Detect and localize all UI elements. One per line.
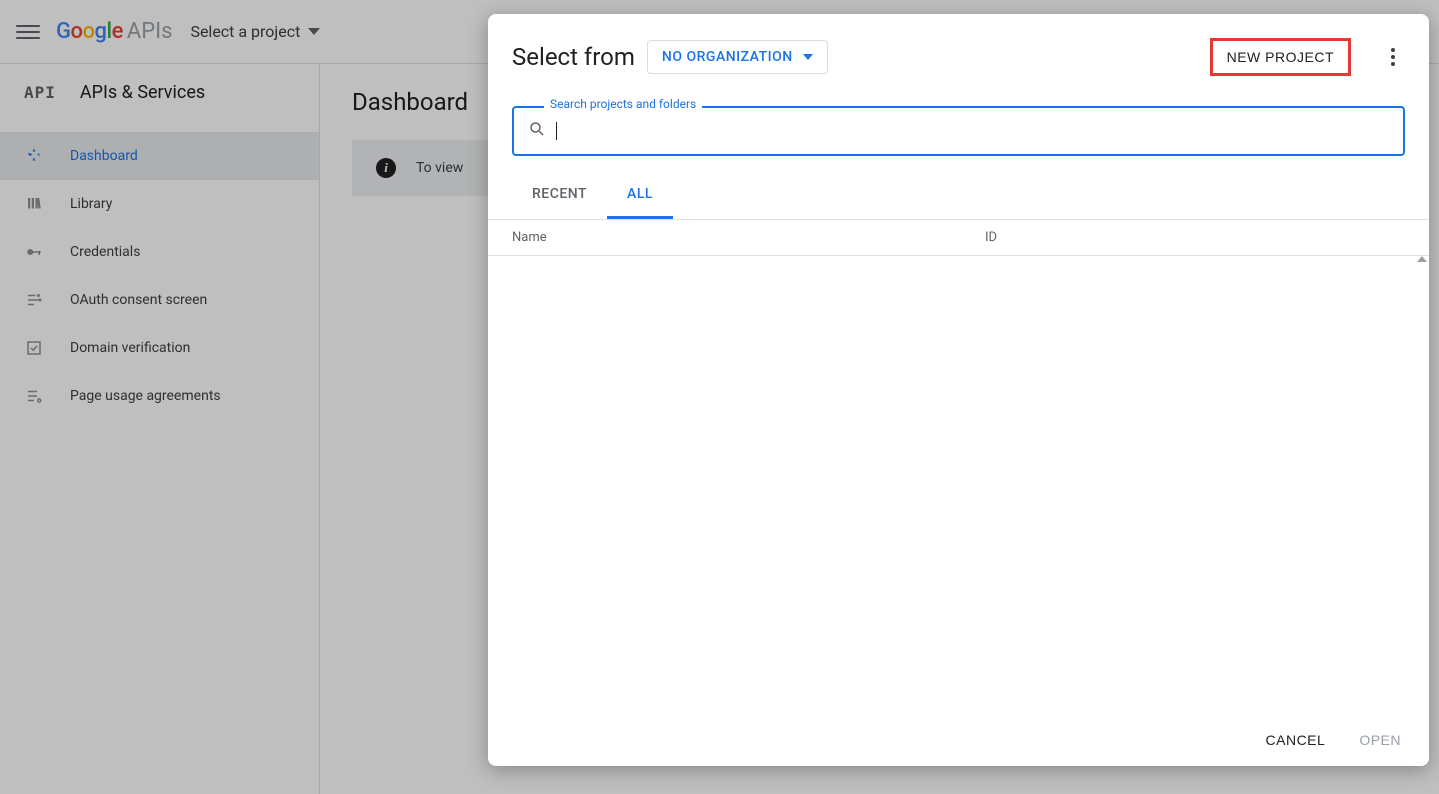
modal-footer: CANCEL OPEN [488,714,1429,766]
organization-selector[interactable]: NO ORGANIZATION [647,40,828,74]
project-selector-modal: Select from NO ORGANIZATION NEW PROJECT … [488,14,1429,766]
new-project-button[interactable]: NEW PROJECT [1210,38,1351,76]
search-input[interactable] [567,123,1389,139]
table-body[interactable] [488,256,1429,714]
more-menu-icon[interactable] [1381,45,1405,69]
caret-down-icon [803,54,813,60]
tab-recent[interactable]: RECENT [512,172,607,219]
cancel-button[interactable]: CANCEL [1266,732,1326,748]
tabs: RECENT ALL [488,172,1429,220]
search-field-wrapper: Search projects and folders [512,106,1405,156]
organization-label: NO ORGANIZATION [662,49,793,65]
open-button[interactable]: OPEN [1359,732,1401,748]
modal-header: Select from NO ORGANIZATION NEW PROJECT [488,14,1429,84]
tab-all[interactable]: ALL [607,172,673,219]
search-label: Search projects and folders [544,97,702,111]
table-header: Name ID [488,220,1429,256]
modal-title: Select from [512,43,635,71]
text-cursor [556,122,557,140]
scroll-up-icon[interactable] [1417,256,1427,262]
column-name: Name [512,230,985,245]
search-box[interactable] [512,106,1405,156]
search-icon [528,120,546,142]
column-id: ID [985,230,1405,245]
